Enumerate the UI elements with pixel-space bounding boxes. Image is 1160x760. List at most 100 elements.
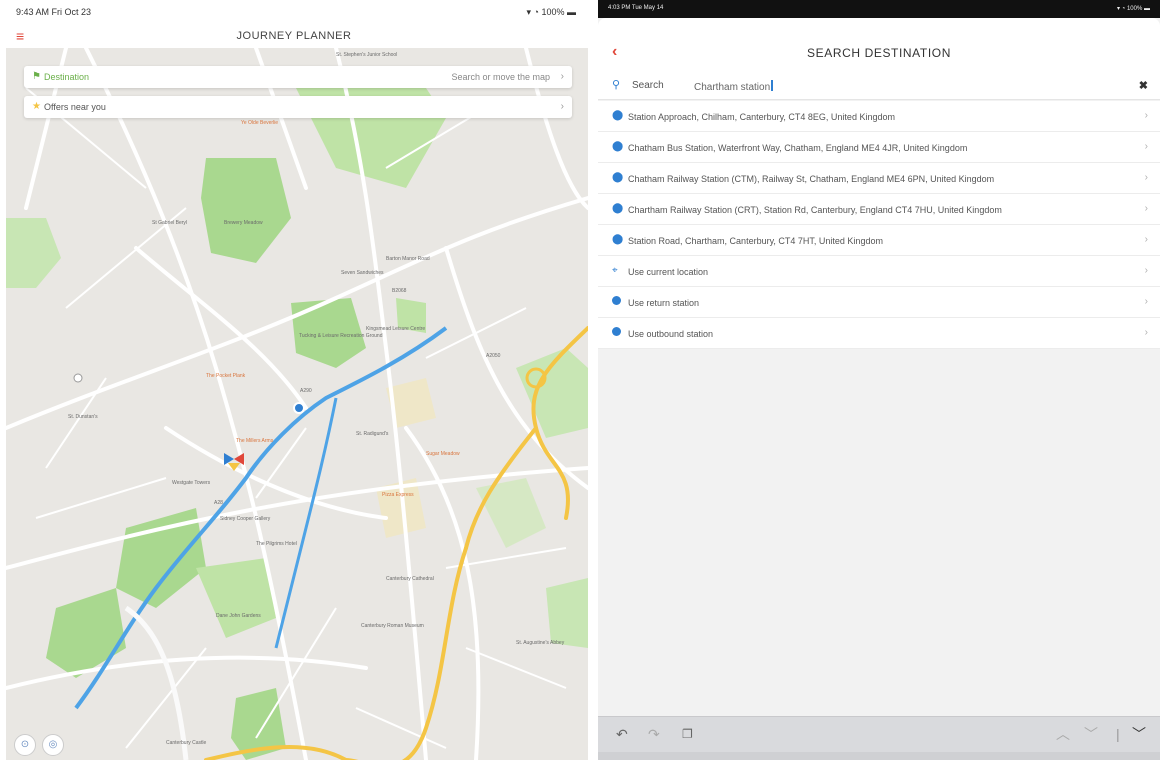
list-item[interactable]: ⬤ Chatham Railway Station (CTM), Railway…: [598, 163, 1160, 194]
list-item[interactable]: Use return station ›: [598, 287, 1160, 318]
map-label: Kingsmead Leisure Centre: [366, 326, 426, 332]
search-value[interactable]: Chartham station: [694, 80, 774, 93]
pin-icon: ⬤: [612, 141, 624, 152]
redo-icon[interactable]: ↷: [648, 726, 660, 742]
undo-icon[interactable]: ↶: [616, 726, 628, 742]
result-text: Station Road, Chartham, Canterbury, CT4 …: [628, 236, 883, 246]
search-input[interactable]: ⚲ Search Chartham station ✖: [598, 72, 1160, 100]
chevron-right-icon: ›: [1144, 327, 1148, 338]
map-label: Canterbury Roman Museum: [361, 623, 424, 629]
map-label: St. Dunstan's: [68, 414, 98, 420]
pin-icon: ⬤: [612, 203, 624, 214]
search-icon: ⚲: [612, 79, 621, 91]
map-label: St Gabriel Beryl: [152, 220, 188, 226]
map-label: Barton Manor Road: [386, 256, 430, 262]
search-header: ‹ SEARCH DESTINATION: [598, 18, 1160, 78]
map-label: The Pilgrims Hotel: [256, 541, 297, 547]
station-dot-icon: [612, 327, 621, 339]
map-label: Dane John Gardens: [216, 613, 261, 619]
list-item[interactable]: ⬤ Station Approach, Chilham, Canterbury,…: [598, 101, 1160, 132]
map-label: Canterbury Cathedral: [386, 576, 434, 582]
chevron-right-icon: ›: [1144, 172, 1148, 183]
journey-planner-panel: 9:43 AM Fri Oct 23 ▾ ◔ 100% ▬ ≡ JOURNEY …: [0, 0, 588, 760]
star-icon: ★: [32, 101, 41, 112]
destination-hint: Search or move the map: [451, 72, 550, 82]
page-title: SEARCH DESTINATION: [807, 46, 951, 60]
locate-me-button[interactable]: ⊙: [14, 734, 36, 756]
map-label: The Pocket Plank: [206, 373, 246, 379]
search-label: Search: [632, 80, 664, 91]
crosshair-icon: ⊙: [20, 739, 30, 750]
result-text: Use current location: [628, 267, 709, 277]
offers-bar[interactable]: ★ Offers near you ›: [24, 96, 572, 118]
app-header: ≡ JOURNEY PLANNER: [0, 24, 588, 48]
chevron-right-icon: ›: [1144, 265, 1148, 276]
map-label: Seven Sandwiches: [341, 270, 384, 276]
battery-status: ▾ ◔ 100% ▬: [1116, 6, 1150, 12]
road-label: B2068: [392, 288, 407, 294]
crosshair-icon: ⌖: [612, 265, 618, 276]
map-label: Brewery Meadow: [224, 220, 263, 226]
map-label: Tucking & Leisure Recreation Ground: [299, 333, 383, 339]
map-layers-button[interactable]: ◎: [42, 734, 64, 756]
clear-icon[interactable]: ✖: [1139, 79, 1148, 92]
chevron-right-icon: ›: [1144, 234, 1148, 245]
map-label: St. Augustine's Abbey: [516, 640, 565, 646]
list-item[interactable]: ⌖ Use current location ›: [598, 256, 1160, 287]
result-text: Chartham Railway Station (CRT), Station …: [628, 205, 1002, 215]
map-view[interactable]: ⚑ Destination Search or move the map › ★…: [6, 48, 588, 760]
map-label: Canterbury Castle: [166, 740, 207, 746]
road-label: A290: [300, 388, 312, 394]
offers-label: Offers near you: [44, 102, 106, 112]
chevron-right-icon: ›: [1144, 203, 1148, 214]
separator: |: [1116, 726, 1120, 742]
list-item[interactable]: ⬤ Chatham Bus Station, Waterfront Way, C…: [598, 132, 1160, 163]
chevron-right-icon: ›: [1144, 296, 1148, 307]
map-label: St. Radigund's: [356, 431, 389, 437]
paste-icon[interactable]: ❐: [682, 726, 693, 742]
text-caret: [771, 80, 774, 91]
pin-icon: ⬤: [612, 234, 624, 245]
road-label: A28: [214, 500, 223, 506]
result-text: Chatham Bus Station, Waterfront Way, Cha…: [628, 143, 968, 153]
pin-icon: ⬤: [612, 110, 624, 121]
keyboard-edge: [598, 752, 1160, 760]
destination-bar[interactable]: ⚑ Destination Search or move the map ›: [24, 66, 572, 88]
list-item[interactable]: ⬤ Chartham Railway Station (CRT), Statio…: [598, 194, 1160, 225]
list-item[interactable]: ⬤ Station Road, Chartham, Canterbury, CT…: [598, 225, 1160, 256]
battery-status: ▾ ◔ 100% ▬: [526, 7, 576, 17]
map-label: Sidney Cooper Gallery: [220, 516, 271, 522]
destination-label: Destination: [44, 72, 90, 82]
status-time: 4:03 PM Tue May 14: [608, 5, 664, 11]
map-label: Ye Olde Beverlie: [241, 120, 279, 126]
results-list: ⬤ Station Approach, Chilham, Canterbury,…: [598, 101, 1160, 349]
map-label: St. Stephen's Junior School: [336, 52, 398, 58]
chevron-right-icon: ›: [1144, 110, 1148, 121]
map-label: Westgate Towers: [172, 480, 211, 486]
map-label: Sugar Meadow: [426, 451, 460, 457]
dismiss-keyboard-icon[interactable]: ﹀: [1132, 726, 1146, 742]
map-label: The Millers Arms: [236, 438, 274, 444]
result-text: Use outbound station: [628, 329, 714, 339]
pin-icon: ⬤: [612, 172, 624, 183]
status-bar: 4:03 PM Tue May 14 ▾ ◔ 100% ▬: [598, 0, 1160, 18]
chevron-right-icon: ›: [560, 71, 564, 82]
result-text: Use return station: [628, 298, 700, 308]
status-bar: 9:43 AM Fri Oct 23 ▾ ◔ 100% ▬: [0, 0, 588, 24]
chevron-up-icon[interactable]: ︿: [1056, 726, 1070, 742]
page-title: JOURNEY PLANNER: [236, 30, 352, 42]
road-label: A2050: [486, 353, 501, 359]
chevron-right-icon: ›: [1144, 141, 1148, 152]
list-item[interactable]: Use outbound station ›: [598, 318, 1160, 349]
map-label: Pizza Express: [382, 492, 414, 498]
panel-divider: [588, 0, 598, 760]
layers-icon: ◎: [48, 739, 58, 750]
result-text: Station Approach, Chilham, Canterbury, C…: [628, 112, 895, 122]
destination-flag-icon: ⚑: [32, 71, 41, 82]
result-text: Chatham Railway Station (CTM), Railway S…: [628, 174, 995, 184]
map-canvas[interactable]: [6, 48, 588, 760]
chevron-right-icon: ›: [560, 101, 564, 112]
keyboard-accessory-bar: ↶ ↷ ❐ ︿ ﹀ | ﹀: [598, 716, 1160, 752]
chevron-down-icon[interactable]: ﹀: [1084, 726, 1098, 742]
station-dot-icon: [612, 296, 621, 308]
